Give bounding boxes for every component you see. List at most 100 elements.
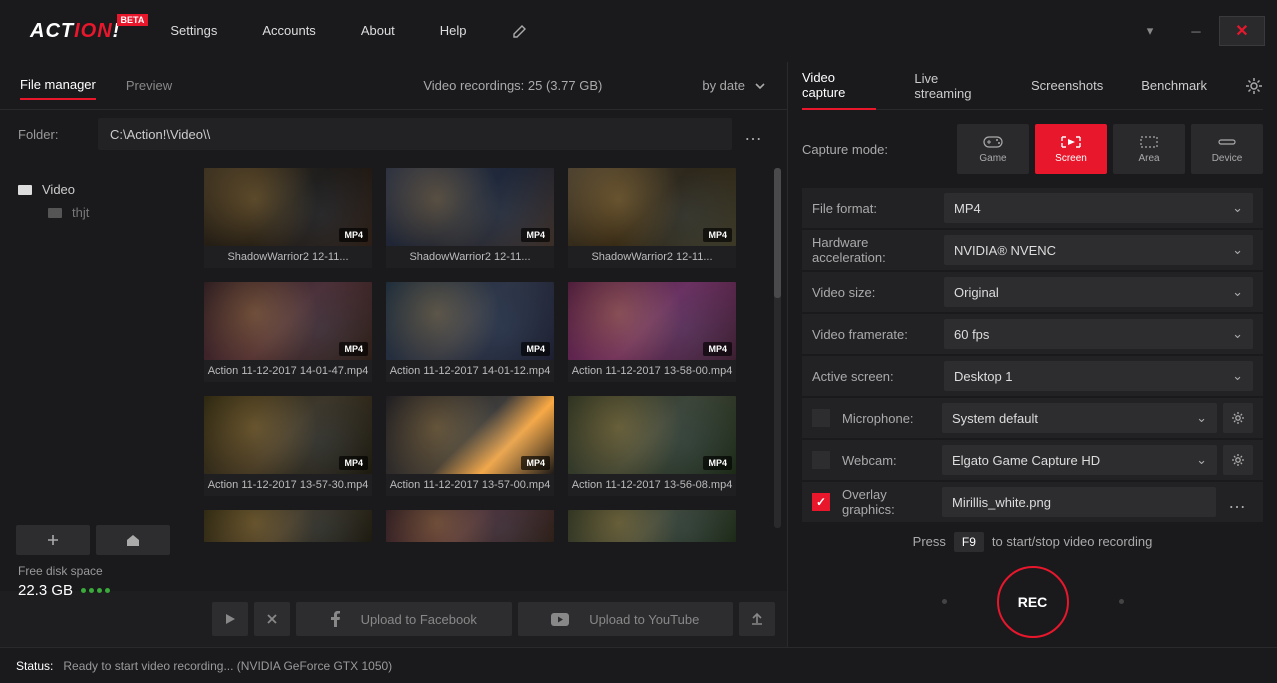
- thumbnail-filename: Action 11-12-2017 13-57-00.mp4: [386, 474, 554, 496]
- webcam-settings-button[interactable]: [1223, 445, 1253, 475]
- thumbnail-grid-area: MP4ShadowWarrior2 12-11...MP4ShadowWarri…: [200, 158, 787, 591]
- tab-video-capture[interactable]: Video capture: [802, 62, 876, 110]
- video-thumbnail[interactable]: MP4 Action 11-12-2017 13-57-00.mp4: [386, 396, 554, 496]
- tab-benchmark[interactable]: Benchmark: [1141, 70, 1207, 101]
- recordings-count: Video recordings: 25 (3.77 GB): [423, 78, 602, 93]
- tree-item-thjt[interactable]: thjt: [18, 201, 182, 224]
- grid-scrollbar[interactable]: [774, 168, 781, 528]
- device-icon: [1216, 135, 1238, 149]
- webcam-checkbox[interactable]: [812, 451, 830, 469]
- video-thumbnail[interactable]: MP4Action 11-12-2017 13-58-00.mp4: [568, 282, 736, 382]
- left-panel: File manager Preview Video recordings: 2…: [0, 62, 788, 647]
- tree-item-video[interactable]: Video: [18, 178, 182, 201]
- video-thumbnail[interactable]: MP4Action 11-12-2017 13-56-08.mp4: [568, 396, 736, 496]
- video-thumbnail[interactable]: MP4Action 11-12-2017 13-57-30.mp4: [204, 396, 372, 496]
- thumbnail-image: MP4: [386, 168, 554, 246]
- hw-accel-select[interactable]: NVIDIA® NVENC ⌄: [944, 235, 1253, 265]
- hint-pre: Press: [913, 534, 946, 549]
- webcam-value: Elgato Game Capture HD: [952, 453, 1100, 468]
- menu-about[interactable]: About: [361, 23, 395, 39]
- microphone-checkbox[interactable]: [812, 409, 830, 427]
- microphone-select[interactable]: System default⌄: [942, 403, 1217, 433]
- mode-game[interactable]: Game: [957, 124, 1029, 174]
- folder-browse-button[interactable]: …: [738, 124, 769, 145]
- record-button[interactable]: REC: [997, 566, 1069, 638]
- file-format-select[interactable]: MP4⌄: [944, 193, 1253, 223]
- upload-facebook-button[interactable]: Upload to Facebook: [296, 602, 512, 636]
- folder-icon: [48, 208, 62, 218]
- record-area: Press F9 to start/stop video recording R…: [802, 522, 1263, 647]
- thumbnail-image: MP4: [386, 396, 554, 474]
- mode-area-label: Area: [1138, 153, 1159, 164]
- down-arrow-button[interactable]: ▾: [1127, 16, 1173, 46]
- format-badge: MP4: [339, 342, 368, 356]
- export-button[interactable]: [739, 602, 775, 636]
- folder-icon: [18, 185, 32, 195]
- active-screen-select[interactable]: Desktop 1⌄: [944, 361, 1253, 391]
- thumbnail-filename: Action 11-12-2017 13-57-30.mp4: [204, 474, 372, 496]
- tree-label-video: Video: [42, 182, 75, 197]
- tab-screenshots[interactable]: Screenshots: [1031, 70, 1103, 101]
- tab-live-streaming[interactable]: Live streaming: [914, 63, 993, 109]
- video-thumbnail[interactable]: [568, 510, 736, 542]
- gamepad-icon: [982, 135, 1004, 149]
- menu-settings[interactable]: Settings: [170, 23, 217, 39]
- video-thumbnail[interactable]: [386, 510, 554, 542]
- webcam-select[interactable]: Elgato Game Capture HD⌄: [942, 445, 1217, 475]
- scrollbar-thumb[interactable]: [774, 168, 781, 298]
- hw-accel-value: NVIDIA® NVENC: [954, 243, 1056, 258]
- sort-chevron-icon[interactable]: [753, 79, 767, 93]
- status-label: Status:: [16, 659, 53, 673]
- capture-mode-row: Capture mode: Game Screen Area Device: [802, 110, 1263, 188]
- video-size-select[interactable]: Original⌄: [944, 277, 1253, 307]
- video-thumbnail[interactable]: MP4 Action 11-12-2017 14-01-47.mp4: [204, 282, 372, 382]
- menu-accounts[interactable]: Accounts: [262, 23, 315, 39]
- folder-path-input[interactable]: C:\Action!\Video\\: [98, 118, 732, 150]
- thumbnail-filename: Action 11-12-2017 14-01-47.mp4: [204, 360, 372, 382]
- framerate-select[interactable]: 60 fps⌄: [944, 319, 1253, 349]
- upload-youtube-button[interactable]: Upload to YouTube: [518, 602, 734, 636]
- thumbnail-image: MP4: [386, 282, 554, 360]
- tab-file-manager[interactable]: File manager: [20, 71, 96, 100]
- video-thumbnail[interactable]: MP4ShadowWarrior2 12-11...: [568, 168, 736, 268]
- video-thumbnail[interactable]: [204, 510, 372, 542]
- chevron-down-icon: ⌄: [1232, 242, 1243, 258]
- edit-icon[interactable]: [512, 23, 528, 39]
- microphone-settings-button[interactable]: [1223, 403, 1253, 433]
- setting-microphone: Microphone: System default⌄: [802, 398, 1263, 438]
- mode-area[interactable]: Area: [1113, 124, 1185, 174]
- mode-device[interactable]: Device: [1191, 124, 1263, 174]
- close-button[interactable]: ✕: [1219, 16, 1265, 46]
- tab-preview[interactable]: Preview: [126, 72, 172, 99]
- minimize-button[interactable]: ─: [1173, 16, 1219, 46]
- thumbnail-image: MP4: [204, 282, 372, 360]
- menu-help[interactable]: Help: [440, 23, 467, 39]
- format-badge: MP4: [521, 456, 550, 470]
- thumbnail-image: MP4: [568, 396, 736, 474]
- delete-button[interactable]: [254, 602, 290, 636]
- play-button[interactable]: [212, 602, 248, 636]
- hotkey-badge: F9: [954, 532, 984, 552]
- home-folder-button[interactable]: [96, 525, 170, 555]
- upload-yt-label: Upload to YouTube: [589, 612, 699, 627]
- app-logo: ACTION! BETA: [30, 20, 120, 43]
- overlay-checkbox[interactable]: ✓: [812, 493, 830, 511]
- chevron-down-icon: ⌄: [1232, 368, 1243, 384]
- facebook-icon: [331, 611, 341, 627]
- video-thumbnail[interactable]: MP4ShadowWarrior2 12-11...: [204, 168, 372, 268]
- status-text: Ready to start video recording... (NVIDI…: [63, 659, 392, 673]
- setting-overlay: ✓ Overlay graphics: Mirillis_white.png …: [802, 482, 1263, 522]
- settings-gear-icon[interactable]: [1245, 77, 1263, 95]
- overlay-browse-button[interactable]: …: [1222, 492, 1253, 513]
- window-controls: ▾ ─ ✕: [1127, 16, 1277, 46]
- active-screen-label: Active screen:: [812, 369, 944, 384]
- sort-by[interactable]: by date: [702, 78, 745, 93]
- format-badge: MP4: [521, 342, 550, 356]
- overlay-file[interactable]: Mirillis_white.png: [942, 487, 1216, 517]
- mode-screen[interactable]: Screen: [1035, 124, 1107, 174]
- tree-action-buttons: [16, 525, 170, 555]
- add-folder-button[interactable]: [16, 525, 90, 555]
- video-thumbnail[interactable]: MP4ShadowWarrior2 12-11...: [386, 168, 554, 268]
- video-thumbnail[interactable]: MP4Action 11-12-2017 14-01-12.mp4: [386, 282, 554, 382]
- hw-accel-label: Hardware acceleration:: [812, 235, 944, 265]
